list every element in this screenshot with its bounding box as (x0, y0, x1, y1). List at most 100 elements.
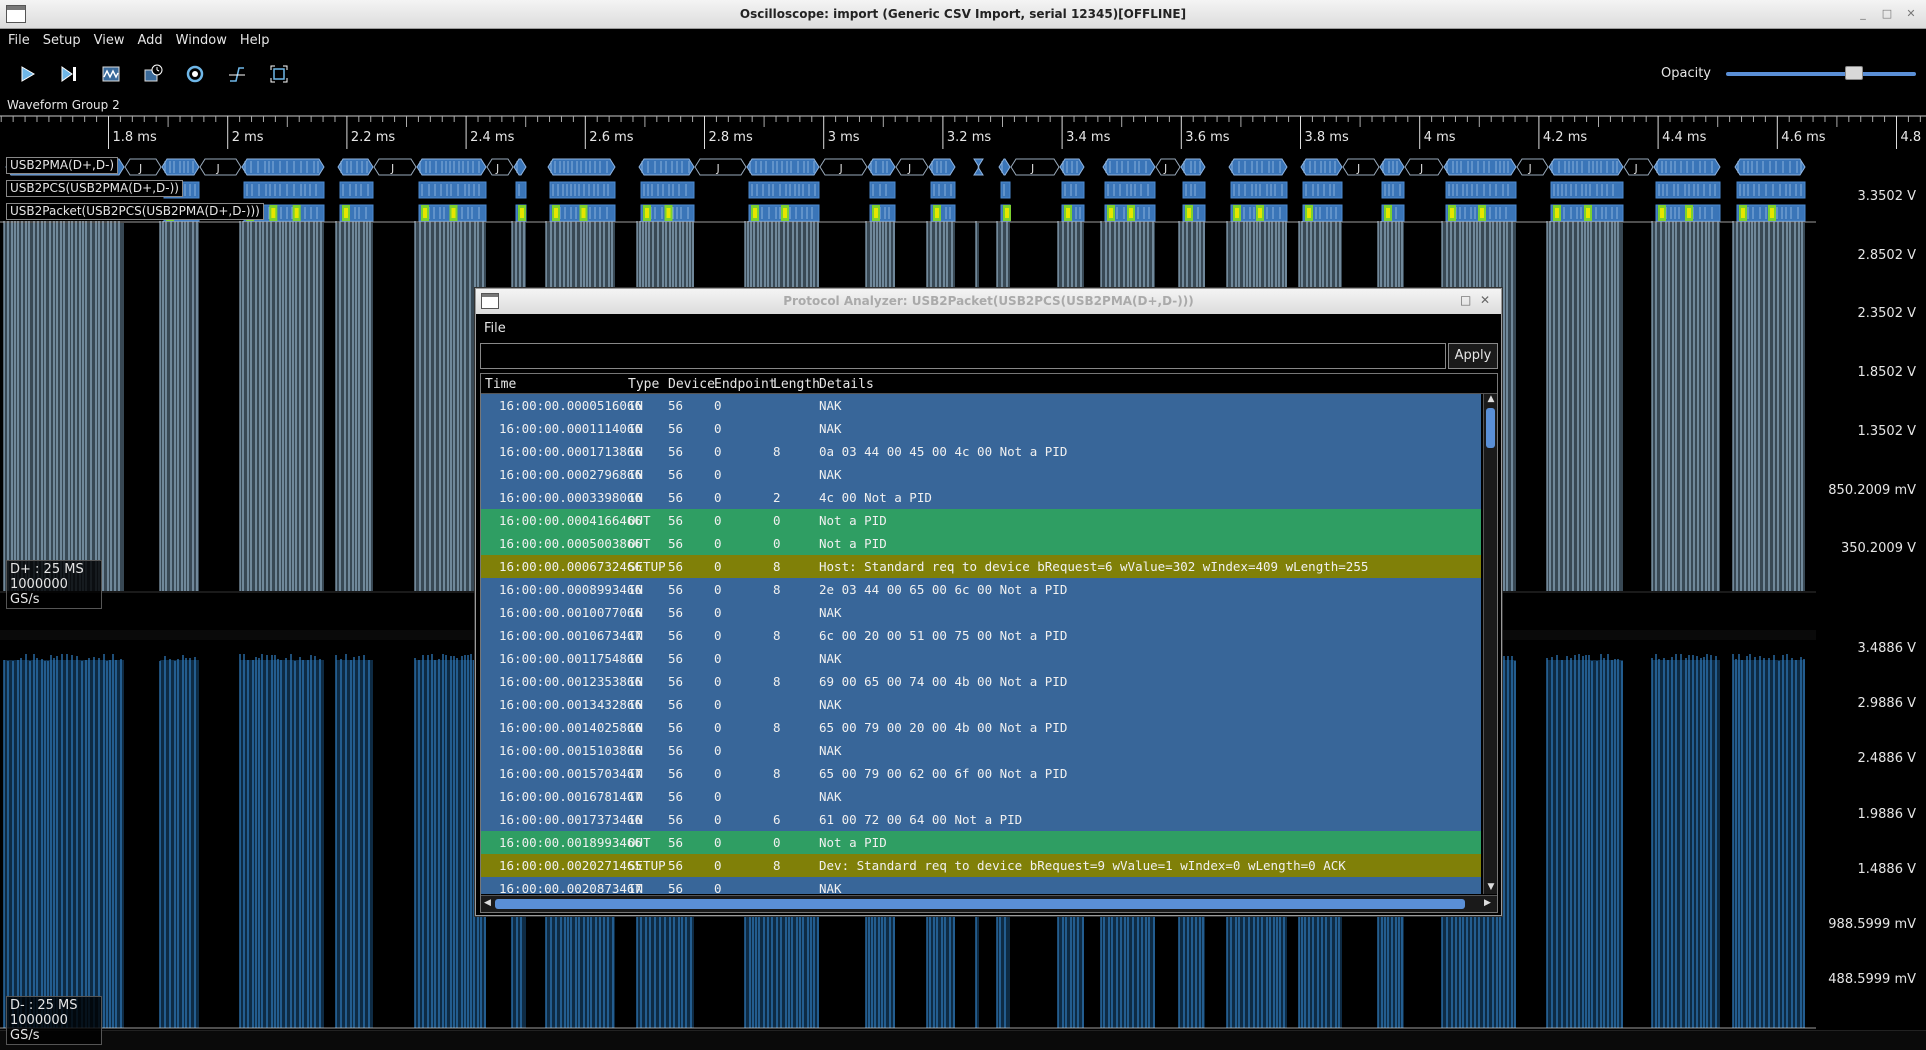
cell-endpoint: 0 (714, 812, 722, 827)
single-trigger-button[interactable] (55, 61, 83, 87)
table-row[interactable]: 16:00:00.0012353866 IN 56 0 8 69 00 65 00 74 … (481, 670, 1481, 693)
table-row[interactable]: 16:00:00.0001713866 IN 56 0 8 0a 03 44 00 45 … (481, 440, 1481, 463)
table-row[interactable]: 16:00:00.0018993466 OUT 56 0 0 Not a PID (481, 831, 1481, 854)
table-row[interactable]: 16:00:00.0017373466 IN 56 0 6 61 00 72 00 64 … (481, 808, 1481, 831)
trigger-button[interactable] (223, 61, 251, 87)
channel-name-d-minus: D- : 25 MS (10, 998, 78, 1013)
vertical-scrollbar[interactable]: ▲ ▼ (1483, 394, 1497, 894)
dialog-maximize-button[interactable]: □ (1460, 293, 1471, 307)
signal-burst (335, 654, 373, 1028)
horizontal-scrollbar[interactable]: ◀ ▶ (481, 895, 1497, 912)
trigger-icon (229, 67, 245, 82)
ruler-tick-label: 2 ms (232, 130, 264, 145)
decoder-track-pma[interactable]: JJJJJJJJJJJJJ (5, 158, 1806, 176)
waveform-icon (102, 66, 120, 82)
table-row[interactable]: 16:00:00.0020873467 IN 56 0 NAK (481, 877, 1481, 894)
table-row[interactable]: 16:00:00.0015103866 IN 56 0 NAK (481, 739, 1481, 762)
time-ruler[interactable]: 1.8 ms 2 ms 2.2 ms 2.4 ms 2.6 ms 2.8 ms 3 ms 3.… (0, 115, 1926, 151)
table-row[interactable]: 16:00:00.0013432866 IN 56 0 NAK (481, 693, 1481, 716)
signal-burst (159, 655, 199, 1028)
decoder-label-usb2packet[interactable]: USB2Packet(USB2PCS(USB2PMA(D+,D-))) (6, 203, 264, 220)
waveform-button[interactable] (97, 61, 125, 87)
cell-endpoint: 0 (714, 605, 722, 620)
scroll-down-icon[interactable]: ▼ (1484, 882, 1497, 894)
table-row[interactable]: 16:00:00.0010077066 IN 56 0 NAK (481, 601, 1481, 624)
scroll-left-icon[interactable]: ◀ (484, 898, 491, 908)
scroll-up-icon[interactable]: ▲ (1484, 394, 1497, 406)
cell-type: SETUP (628, 559, 666, 574)
table-row[interactable]: 16:00:00.0005003866 OUT 56 0 0 Not a PID (481, 532, 1481, 555)
column-length[interactable]: Length (773, 377, 820, 392)
menu-add[interactable]: Add (132, 30, 167, 48)
table-row[interactable]: 16:00:00.0006732466 SETUP 56 0 8 Host: Standa… (481, 555, 1481, 578)
table-row[interactable]: 16:00:00.0014025866 IN 56 0 8 65 00 79 00 20 … (481, 716, 1481, 739)
opacity-slider-handle[interactable] (1844, 66, 1863, 80)
table-row[interactable]: 16:00:00.0001114066 IN 56 0 NAK (481, 417, 1481, 440)
ruler-tick-label: 3.8 ms (1305, 130, 1349, 145)
opacity-slider[interactable] (1726, 72, 1916, 76)
table-row[interactable]: 16:00:00.0003398066 IN 56 0 2 4c 00 Not a PID (481, 486, 1481, 509)
ruler-tick-label: 3 ms (828, 130, 860, 145)
dialog-close-button[interactable]: ✕ (1480, 293, 1490, 307)
close-button[interactable]: ✕ (1904, 7, 1918, 21)
table-row[interactable]: 16:00:00.0004166466 OUT 56 0 0 Not a PID (481, 509, 1481, 532)
column-details[interactable]: Details (819, 377, 874, 392)
channel-info-d-minus[interactable]: D- : 25 MS 1000000 GS/s (6, 996, 102, 1045)
apply-button[interactable]: Apply (1448, 343, 1498, 369)
maximize-button[interactable]: □ (1880, 7, 1894, 21)
history-button[interactable] (139, 61, 167, 87)
filter-input[interactable] (480, 343, 1446, 369)
decoder-label-usb2pma[interactable]: USB2PMA(D+,D-) (6, 157, 119, 174)
step-icon (61, 66, 76, 82)
column-device[interactable]: Device (668, 377, 715, 392)
dialog-menu-file[interactable]: File (484, 321, 506, 336)
table-row[interactable]: 16:00:00.0015703467 IN 56 0 8 65 00 79 00 62 … (481, 762, 1481, 785)
run-trigger-button[interactable] (13, 61, 41, 87)
table-row[interactable]: 16:00:00.0008993466 IN 56 0 8 2e 03 44 00 65 … (481, 578, 1481, 601)
cell-type: OUT (628, 835, 651, 850)
pma-symbol-label: J (216, 162, 220, 175)
pma-symbol-label: J (1163, 162, 1167, 175)
table-row[interactable]: 16:00:00.0000516066 IN 56 0 NAK (481, 394, 1481, 417)
window-titlebar[interactable]: Oscilloscope: import (Generic CSV Import… (0, 0, 1926, 29)
cell-time: 16:00:00.0020271465 (499, 858, 642, 873)
protocol-analyzer-titlebar[interactable]: Protocol Analyzer: USB2Packet(USB2PCS(US… (476, 289, 1501, 314)
minimize-button[interactable]: _ (1856, 7, 1870, 21)
y-axis-tick-label: 2.4886 V (1857, 751, 1916, 767)
menu-view[interactable]: View (89, 30, 130, 48)
cell-details: 65 00 79 00 20 00 4b 00 Not a PID (819, 720, 1068, 735)
cell-details: NAK (819, 743, 842, 758)
cell-type: IN (628, 582, 644, 597)
cell-time: 16:00:00.0002796866 (499, 467, 642, 482)
channel-info-d-plus[interactable]: D+ : 25 MS 1000000 GS/s (6, 560, 102, 609)
column-type[interactable]: Type (628, 377, 659, 392)
vertical-scroll-thumb[interactable] (1486, 408, 1495, 448)
cell-details: 2e 03 44 00 65 00 6c 00 Not a PID (819, 582, 1068, 597)
column-time[interactable]: Time (485, 377, 516, 392)
signal-burst (1651, 654, 1720, 1028)
decoder-label-usb2pcs[interactable]: USB2PCS(USB2PMA(D+,D-)) (6, 180, 183, 197)
table-row[interactable]: 16:00:00.0020271465 SETUP 56 0 8 Dev: Standar… (481, 854, 1481, 877)
cell-length: 0 (773, 513, 781, 528)
cell-time: 16:00:00.0011754866 (499, 651, 642, 666)
cell-device: 56 (668, 881, 684, 894)
sync-button[interactable] (181, 61, 209, 87)
ruler-tick-label: 3.6 ms (1185, 130, 1229, 145)
menu-window[interactable]: Window (171, 30, 232, 48)
menu-help[interactable]: Help (235, 30, 275, 48)
cell-time: 16:00:00.0013432866 (499, 697, 642, 712)
horizontal-scroll-thumb[interactable] (495, 899, 1465, 909)
table-row[interactable]: 16:00:00.0010673467 IN 56 0 8 6c 00 20 00 51 … (481, 624, 1481, 647)
y-axis-tick-label: 2.8502 V (1857, 247, 1916, 263)
pma-symbol-label: J (1634, 162, 1638, 175)
column-endpoint[interactable]: Endpoint (714, 377, 777, 392)
scroll-right-icon[interactable]: ▶ (1484, 898, 1491, 908)
y-axis-tick-label: 488.5999 mV (1828, 972, 1916, 988)
table-row[interactable]: 16:00:00.0011754866 IN 56 0 NAK (481, 647, 1481, 670)
menu-setup[interactable]: Setup (38, 30, 86, 48)
table-row[interactable]: 16:00:00.0002796866 IN 56 0 NAK (481, 463, 1481, 486)
pma-symbol-label: J (716, 162, 720, 175)
table-row[interactable]: 16:00:00.0016781467 IN 56 0 NAK (481, 785, 1481, 808)
menu-file[interactable]: File (3, 30, 35, 48)
fit-button[interactable] (265, 61, 293, 87)
